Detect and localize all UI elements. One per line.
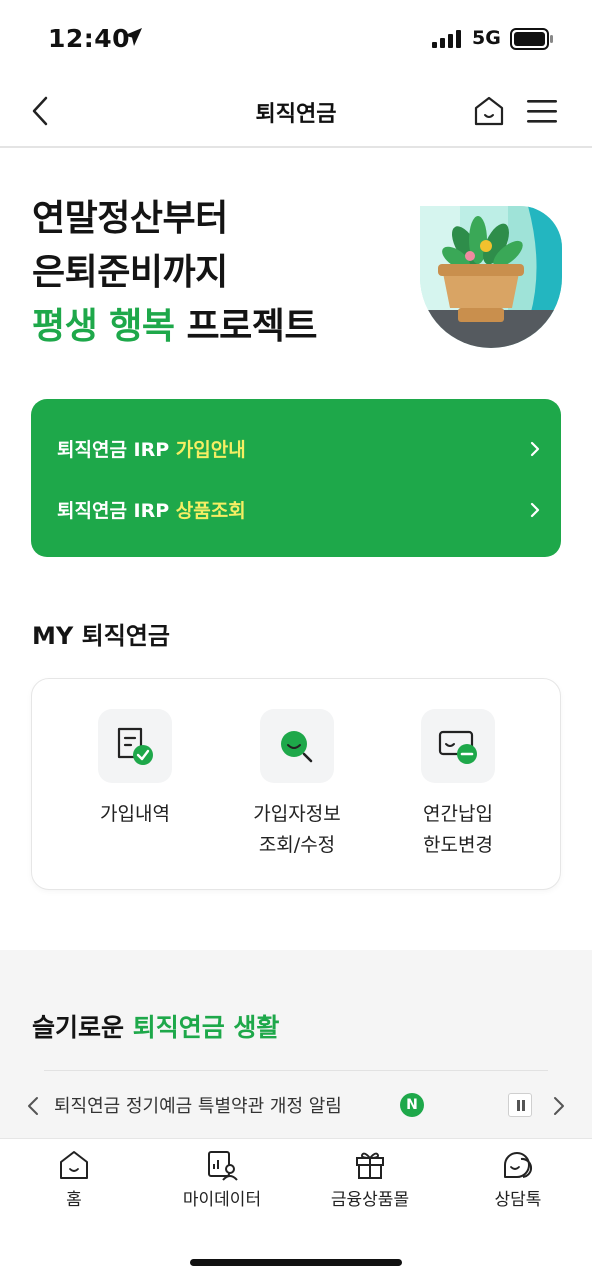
my-item-subscriber-info-label: 가입자정보조회/수정 — [217, 799, 377, 861]
home-icon — [60, 1151, 88, 1179]
irp-join-guide-highlight: 가입안내 — [175, 439, 246, 461]
menu-icon[interactable] — [526, 96, 558, 126]
home-indicator — [190, 1259, 402, 1266]
pause-icon — [517, 1100, 520, 1111]
my-item-subscriber-info[interactable]: 가입자정보조회/수정 — [217, 709, 377, 861]
irp-product-search-label: 퇴직연금 IRP 상품조회 — [57, 496, 246, 523]
wise-pension-section: 슬기로운 퇴직연금 생활 퇴직연금 정기예금 특별약관 개정 알림 N — [0, 950, 592, 1138]
pause-button[interactable] — [508, 1093, 532, 1117]
location-arrow-icon — [124, 28, 142, 46]
chevron-right-icon — [530, 502, 540, 518]
tab-counsel-talk[interactable]: 상담톡 — [444, 1149, 592, 1210]
home-icon[interactable] — [472, 94, 506, 128]
search-user-icon — [281, 731, 313, 763]
app-header: 퇴직연금 — [0, 80, 592, 148]
pause-icon — [522, 1100, 525, 1111]
icon-box — [98, 709, 172, 783]
status-bar: 12:40 5G — [0, 0, 592, 80]
label-line-2: 한도변경 — [423, 834, 493, 856]
my-item-join-history-label: 가입내역 — [55, 799, 215, 830]
irp-product-search-prefix: 퇴직연금 IRP — [57, 500, 176, 522]
tab-label: 홈 — [66, 1190, 82, 1210]
irp-quick-card: 퇴직연금 IRP 가입안내 퇴직연금 IRP 상품조회 — [31, 399, 561, 557]
new-badge: N — [400, 1093, 424, 1117]
plant-pot-illustration — [420, 206, 562, 348]
irp-join-guide-label: 퇴직연금 IRP 가입안내 — [57, 435, 246, 462]
gift-icon — [356, 1152, 384, 1179]
my-pension-title: MY 퇴직연금 — [32, 622, 170, 650]
tab-label: 마이데이터 — [182, 1190, 262, 1210]
label-line-1: 연간납입 — [423, 803, 493, 825]
my-item-annual-limit-label: 연간납입한도변경 — [378, 799, 538, 861]
notice-text[interactable]: 퇴직연금 정기예금 특별약관 개정 알림 — [54, 1092, 342, 1118]
tab-product-mall[interactable]: 금융상품몰 — [296, 1149, 444, 1210]
icon-box — [421, 709, 495, 783]
mydata-icon — [208, 1151, 238, 1181]
icon-box — [260, 709, 334, 783]
signal-icon — [432, 30, 461, 48]
hero-line-3-rest: 프로젝트 — [174, 306, 318, 347]
irp-join-guide-prefix: 퇴직연금 IRP — [57, 439, 176, 461]
chevron-right-icon[interactable] — [552, 1095, 566, 1117]
my-item-annual-limit[interactable]: 연간납입한도변경 — [378, 709, 538, 861]
tab-label: 금융상품몰 — [330, 1190, 410, 1210]
limit-minus-icon — [438, 730, 477, 764]
hero-line-2: 은퇴준비까지 — [32, 252, 228, 293]
hero-line-3-green: 평생 행복 — [32, 306, 175, 347]
status-time: 12:40 — [48, 24, 131, 53]
tab-mydata[interactable]: 마이데이터 — [148, 1149, 296, 1210]
label-line-2: 조회/수정 — [258, 834, 336, 856]
irp-join-guide-link[interactable]: 퇴직연금 IRP 가입안내 — [57, 429, 541, 469]
divider — [44, 1070, 548, 1071]
irp-product-search-link[interactable]: 퇴직연금 IRP 상품조회 — [57, 490, 541, 530]
document-check-icon — [117, 727, 153, 765]
wise-title-green: 퇴직연금 생활 — [132, 1013, 280, 1042]
label-line-1: 가입내역 — [100, 803, 170, 825]
irp-product-search-highlight: 상품조회 — [175, 500, 246, 522]
wise-title-prefix: 슬기로운 — [32, 1013, 133, 1042]
tab-home[interactable]: 홈 — [0, 1149, 148, 1210]
hero-line-3: 평생 행복 프로젝트 — [32, 300, 392, 354]
hero-line-1: 연말정산부터 — [32, 198, 228, 239]
chevron-right-icon — [530, 441, 540, 457]
my-item-join-history[interactable]: 가입내역 — [55, 709, 215, 830]
hero-text: 연말정산부터 은퇴준비까지 평생 행복 프로젝트 — [32, 192, 392, 354]
network-type: 5G — [472, 27, 501, 49]
chevron-left-icon[interactable] — [26, 1095, 40, 1117]
chat-icon — [504, 1152, 532, 1178]
tab-label: 상담톡 — [494, 1190, 542, 1210]
wise-pension-title: 슬기로운 퇴직연금 생활 — [32, 1008, 279, 1044]
label-line-1: 가입자정보 — [253, 803, 341, 825]
battery-icon — [510, 28, 553, 50]
my-pension-card: 가입내역 가입자정보조회/수정 연간납입한도변경 — [31, 678, 561, 890]
